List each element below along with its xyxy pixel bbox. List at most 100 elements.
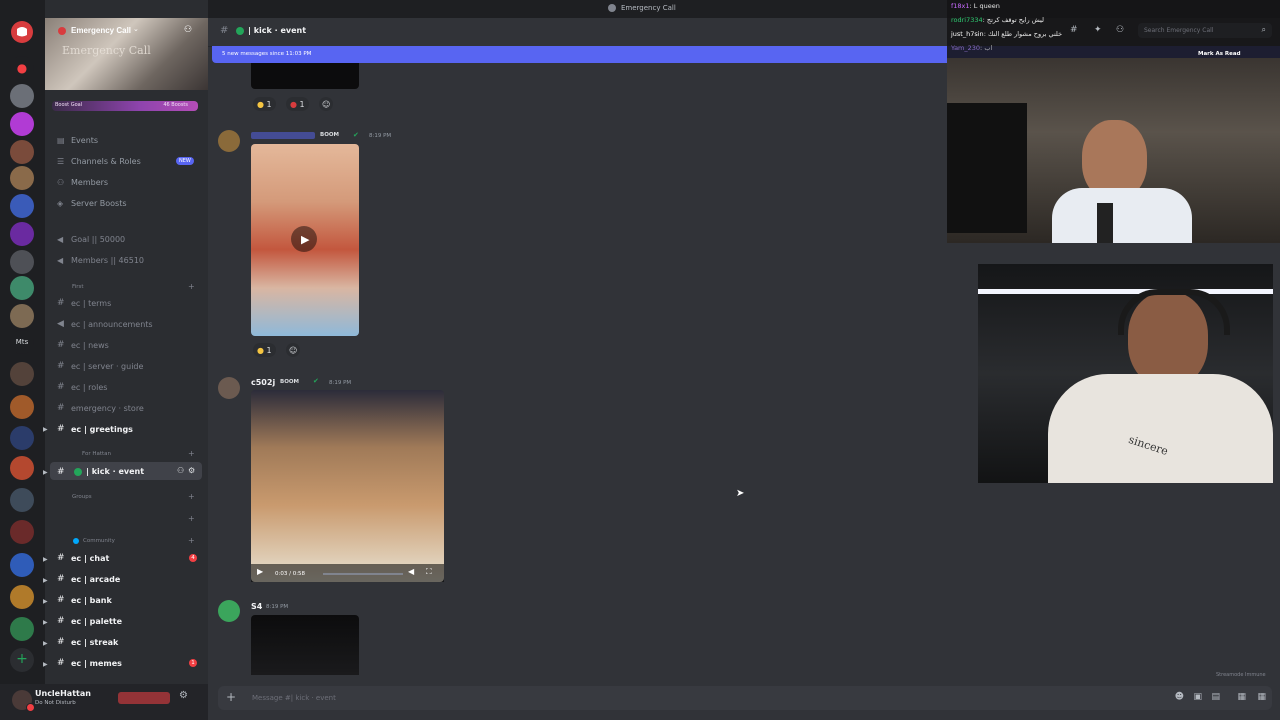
mark-as-read-button[interactable]: Mark As Read [1198,51,1241,57]
channel-announcements[interactable]: ec | announcements [71,320,153,329]
play-icon[interactable]: ▶ [257,567,263,576]
nav-events[interactable]: Events [71,136,98,145]
message-author[interactable]: c502j [251,378,275,387]
gif-icon[interactable]: ▣ [1193,692,1202,702]
server-icon[interactable] [10,222,34,246]
avatar[interactable] [218,600,240,622]
add-channel-icon[interactable]: + [188,514,195,523]
video-scrubber[interactable] [323,573,403,575]
members-icon: ⚇ [57,178,65,187]
chat-line: rodri7334: ليش رايح توقف كرتج [951,16,1044,24]
server-icon[interactable] [10,250,34,274]
channel-news[interactable]: ec | news [71,341,109,350]
server-icon[interactable] [10,304,34,328]
mute-deafen-controls[interactable] [118,692,170,704]
add-server-icon[interactable]: + [10,648,34,672]
add-attachment-icon[interactable]: + [226,690,236,704]
invite-icon[interactable]: ⚇ [184,25,192,35]
channel-arcade[interactable]: ec | arcade [71,575,120,584]
led-strip [978,289,1273,294]
category-for-hattan[interactable]: For Hattan [82,451,111,457]
gift-icon[interactable]: ☻ [1175,692,1184,702]
apps-icon[interactable]: ▦ [1237,692,1246,702]
add-reaction-button[interactable]: ☺ [319,97,334,111]
pin-icon[interactable]: ✦ [1094,25,1102,35]
server-icon[interactable] [10,395,34,419]
channel-roles[interactable]: ec | roles [71,383,107,392]
message-composer[interactable]: + Message #| kick · event ☻ ▣ ▤ ▦ ▦ [218,686,1272,710]
add-channel-icon[interactable]: + [188,449,195,458]
channel-bank[interactable]: ec | bank [71,596,112,605]
members-list-icon[interactable]: ⚇ [1116,25,1124,35]
server-name[interactable]: Emergency Call [71,26,131,35]
avatar[interactable] [218,377,240,399]
dnd-status-icon [26,703,35,712]
nav-members[interactable]: Members [71,178,108,187]
channel-greetings[interactable]: ec | greetings [71,425,133,434]
reaction[interactable]: ● 1 [286,97,309,111]
channel-chat[interactable]: ec | chat [71,554,109,563]
message-input[interactable]: Message #| kick · event [252,694,336,702]
category-first[interactable]: First [72,284,84,290]
add-channel-icon[interactable]: + [188,536,195,545]
category-groups[interactable]: Groups [72,494,92,500]
server-icon[interactable] [10,140,34,164]
server-icon[interactable] [10,166,34,190]
video-attachment[interactable]: ▶ [251,144,359,336]
boost-goal-bar[interactable]: Boost Goal 46 Boosts [52,101,198,111]
video-attachment[interactable] [251,615,359,675]
reaction[interactable]: ● 1 [253,97,276,111]
message-author[interactable]: S4 [251,602,262,611]
emoji-icon[interactable]: ▦ [1257,692,1266,702]
settings-gear-icon[interactable]: ⚙ [179,690,188,701]
channel-streak[interactable]: ec | streak [71,638,118,647]
voice-channel-goal[interactable]: Goal || 50000 [71,235,125,244]
fullscreen-icon[interactable]: ⛶ [426,567,432,577]
search-input[interactable]: Search Emergency Call ⌕ [1138,23,1272,38]
category-community[interactable]: Community [83,538,115,544]
nav-channels-roles[interactable]: Channels & Roles [71,157,141,166]
reaction[interactable]: ● 1 [253,343,276,357]
server-icon[interactable] [10,362,34,386]
add-channel-icon[interactable]: + [188,282,195,291]
server-icon[interactable] [10,456,34,480]
new-messages-text: 5 new messages since 11:03 PM [222,51,312,57]
channel-memes[interactable]: ec | memes [71,659,122,668]
hash-icon: # [57,403,65,413]
channel-server-guide[interactable]: ec | server · guide [71,362,143,371]
server-icon[interactable] [10,520,34,544]
server-icon[interactable]: ● [10,56,34,80]
server-icon[interactable] [10,194,34,218]
server-icon[interactable] [10,488,34,512]
video-attachment[interactable]: ▶ 0:03 / 0:58 ◀ ⛶ [251,390,444,582]
volume-icon[interactable]: ◀ [408,567,414,576]
speaker-icon: ◀ [57,256,64,265]
username[interactable]: UncleHattan [35,689,91,698]
server-icon[interactable] [10,553,34,577]
channel-store[interactable]: emergency · store [71,404,144,413]
server-icon[interactable] [10,585,34,609]
channel-kick-event[interactable]: | kick · event [86,467,144,476]
nav-server-boosts[interactable]: Server Boosts [71,199,127,208]
voice-channel-members[interactable]: Members || 46510 [71,256,144,265]
server-icon[interactable] [10,84,34,108]
add-member-icon[interactable]: ⚇ [177,466,184,475]
avatar[interactable] [218,130,240,152]
gear-icon[interactable]: ⚙ [188,466,195,475]
add-channel-icon[interactable]: + [188,492,195,501]
server-icon-mts[interactable]: Mts [10,330,34,354]
sticker-icon[interactable]: ▤ [1211,692,1220,702]
server-icon[interactable] [10,276,34,300]
channel-palette[interactable]: ec | palette [71,617,122,626]
message-author[interactable] [251,132,315,139]
threads-icon[interactable]: # [1070,25,1078,35]
server-icon[interactable] [10,426,34,450]
server-icon[interactable] [10,112,34,136]
chevron-down-icon[interactable]: ⌄ [133,25,139,33]
video-attachment[interactable] [251,63,359,89]
server-icon[interactable] [10,617,34,641]
discord-home-icon[interactable] [10,20,34,44]
add-reaction-button[interactable]: ☺ [286,343,301,357]
channel-terms[interactable]: ec | terms [71,299,111,308]
hash-icon: # [57,298,65,308]
